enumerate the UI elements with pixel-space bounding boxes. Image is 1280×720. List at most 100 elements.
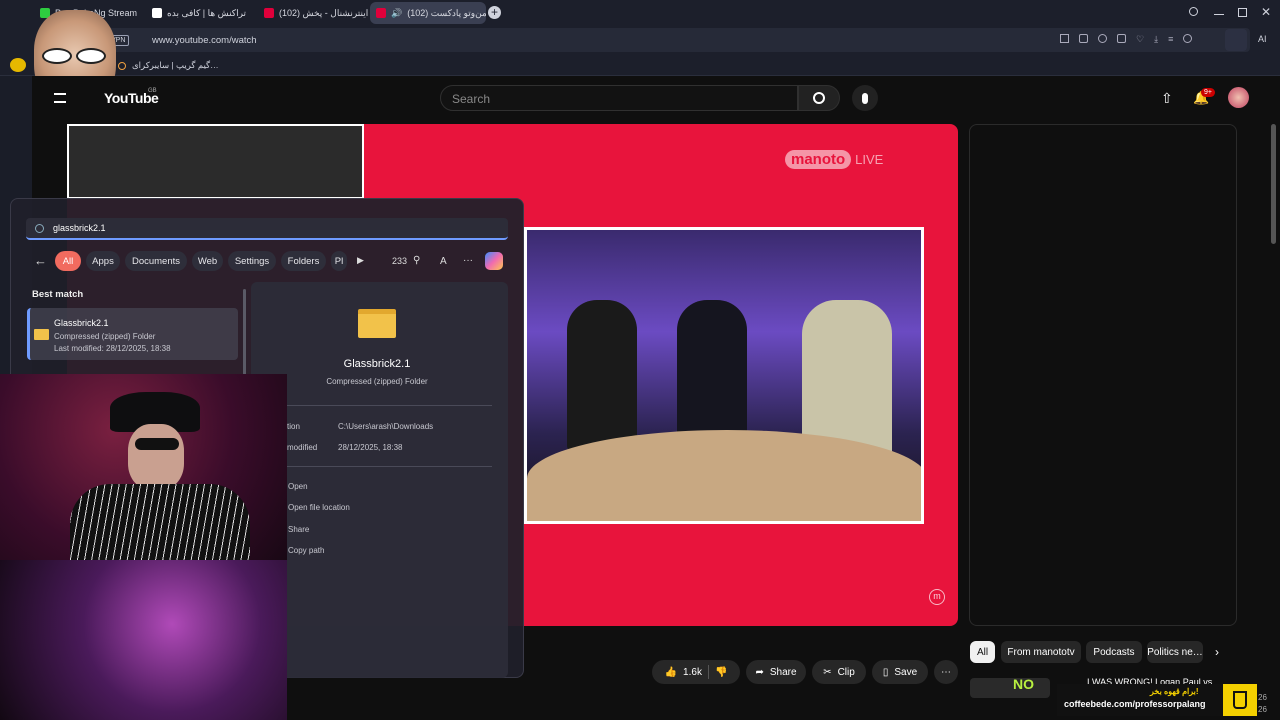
chip-all[interactable]: All [970, 641, 995, 663]
coffee-url: coffeebede.com/professorpalang [1064, 699, 1206, 709]
profile-icon[interactable] [1183, 34, 1193, 43]
chips-next-arrow-icon[interactable]: › [1215, 645, 1219, 659]
scissors-icon: ✂ [823, 666, 832, 678]
live-label: LIVE [855, 152, 884, 167]
share-label: Share [769, 666, 797, 678]
filter-scroll-icon[interactable]: ▶ [357, 255, 364, 266]
like-count: 1.6k [683, 666, 702, 678]
zip-folder-icon [34, 329, 49, 340]
recommended-thumbnail[interactable] [970, 678, 1050, 698]
share-button[interactable]: ➦ Share [746, 660, 806, 684]
filter-apps[interactable]: Apps [86, 251, 120, 271]
chip-from-manototv[interactable]: From manototv [1001, 641, 1081, 663]
like-button[interactable]: 👍 1.6k 👎 [652, 660, 740, 684]
copilot-icon[interactable] [485, 252, 503, 270]
sunglasses-sticker-icon [10, 58, 26, 72]
studio-table [527, 430, 921, 521]
shield-icon[interactable] [1098, 34, 1107, 43]
save-button[interactable]: ▯ Save [872, 660, 928, 684]
chip-politics[interactable]: Politics ne… [1147, 641, 1203, 663]
extension-box-icon[interactable] [1225, 29, 1247, 51]
toolbar-icons: ♡ ⤓ ≡ [1060, 34, 1220, 46]
font-letter[interactable]: A [440, 256, 447, 267]
minimize-button[interactable] [1214, 14, 1224, 15]
clip-label: Clip [837, 666, 855, 678]
bookmark-icon: ▯ [882, 666, 889, 678]
new-tab-button[interactable]: + [488, 6, 501, 19]
result-detail-pane [251, 282, 508, 678]
filter-folders[interactable]: Folders [281, 251, 326, 271]
send-icon[interactable] [1117, 34, 1126, 43]
account-avatar[interactable] [1228, 87, 1249, 108]
youtube-search-input[interactable]: Search [440, 85, 798, 111]
region-code: GB [148, 88, 157, 94]
save-label: Save [894, 666, 918, 678]
detail-divider [276, 405, 492, 406]
filter-all[interactable]: All [55, 251, 81, 271]
more-options-icon[interactable]: ··· [463, 255, 473, 266]
voice-search-button[interactable] [852, 85, 878, 111]
camera-icon[interactable] [1079, 34, 1088, 43]
chip-podcasts[interactable]: Podcasts [1086, 641, 1142, 663]
search-tabs-icon[interactable] [1189, 7, 1198, 16]
location-label: tion [287, 422, 300, 431]
hamburger-icon[interactable] [54, 93, 66, 103]
windows-search-input[interactable]: glassbrick2.1 [26, 218, 508, 240]
bookmark-item[interactable]: گیم گریپ | سایبرکرای… [118, 60, 219, 71]
host-center [677, 300, 747, 450]
speaker-icon[interactable]: 🔊 [391, 8, 402, 19]
search-icon [35, 224, 44, 233]
search-icon [813, 92, 825, 104]
best-match-header: Best match [32, 289, 84, 300]
recommended-time-2: 26 [1258, 705, 1267, 714]
recommended-time-1: 26 [1258, 693, 1267, 702]
coffeebede-favicon-icon [152, 8, 162, 18]
filter-settings[interactable]: Settings [228, 251, 276, 271]
detail-divider [276, 466, 492, 467]
maximize-button[interactable] [1238, 8, 1247, 17]
page-scrollbar[interactable] [1271, 124, 1276, 244]
heart-icon[interactable]: ♡ [1136, 34, 1144, 46]
download-icon[interactable]: ⤓ [1154, 34, 1158, 46]
filter-web[interactable]: Web [192, 251, 223, 271]
manoto-live-logo: manoto LIVE [785, 150, 883, 169]
rewards-icon[interactable]: ⚲ [413, 255, 420, 266]
sunglasses-icon [42, 48, 106, 64]
close-window-button[interactable]: ✕ [1261, 5, 1271, 19]
tab-coffeebede[interactable]: تراکنش ها | کافی بده [146, 2, 256, 24]
filter-documents[interactable]: Documents [125, 251, 187, 271]
filter-photos[interactable]: Pl [331, 251, 347, 271]
bookmark-favicon-icon [118, 61, 126, 70]
action-open[interactable]: Open [288, 482, 308, 491]
streamer-webcam [0, 374, 287, 560]
location-value[interactable]: C:\Users\arash\Downloads [338, 422, 433, 431]
tab-manoto-podcast[interactable]: 🔊 (102) من‌وتو پادکست | [370, 2, 486, 24]
thumbs-down-icon[interactable]: 👎 [715, 667, 727, 678]
menu-icon[interactable]: ≡ [1168, 34, 1173, 46]
chat-side-panel [969, 124, 1237, 626]
tab-label: (102) ایران اینترنشنال - پخش [279, 7, 368, 18]
action-open-file-location[interactable]: Open file location [288, 503, 350, 512]
tab-iran-international[interactable]: (102) ایران اینترنشنال - پخش [258, 2, 368, 24]
edit-icon[interactable] [1060, 34, 1069, 43]
action-share[interactable]: Share [288, 525, 309, 534]
more-actions-button[interactable]: ⋯ [934, 660, 958, 684]
large-zip-folder-icon [358, 309, 396, 338]
back-arrow-icon[interactable]: ← [34, 253, 47, 268]
action-copy-path[interactable]: Copy path [288, 546, 324, 555]
youtube-search-button[interactable] [798, 85, 840, 111]
podcast-studio-video [524, 227, 924, 524]
top-left-camera-feed [67, 124, 364, 199]
manoto-corner-icon: m [929, 589, 945, 605]
ai-button[interactable]: AI [1258, 34, 1267, 44]
results-scrollbar[interactable] [243, 289, 246, 375]
url-text[interactable]: www.youtube.com/watch [152, 35, 257, 46]
tab-label: تراکنش ها | کافی بده [167, 7, 247, 18]
detail-name: Glassbrick2.1 [343, 358, 411, 370]
clip-button[interactable]: ✂ Clip [812, 660, 866, 684]
upload-icon[interactable]: ⇧ [1161, 90, 1173, 107]
pinstripe-suit [70, 484, 250, 560]
result-modified: Last modified: 28/12/2025, 18:38 [54, 344, 171, 353]
result-name: Glassbrick2.1 [54, 318, 109, 328]
coffee-cup-icon [1223, 684, 1257, 716]
